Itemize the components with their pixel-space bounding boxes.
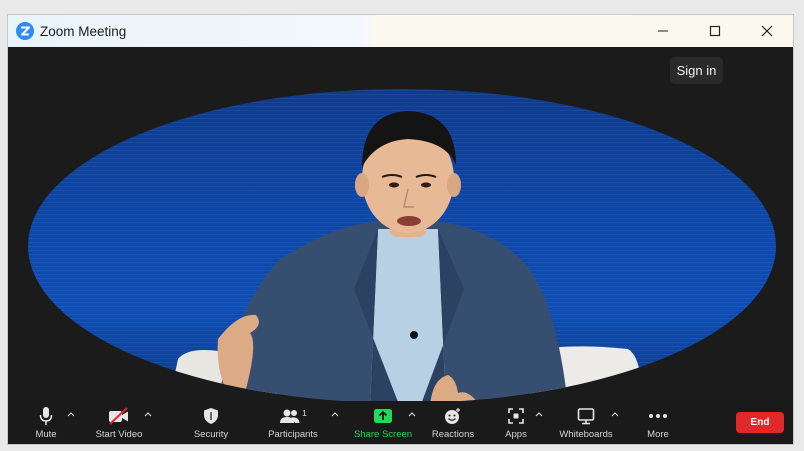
participant-video bbox=[28, 89, 776, 403]
participants-button[interactable]: 1 Participants bbox=[260, 401, 326, 444]
close-icon bbox=[761, 25, 773, 37]
more-label: More bbox=[647, 429, 669, 440]
close-button[interactable] bbox=[741, 15, 793, 47]
maximize-button[interactable] bbox=[689, 15, 741, 47]
share-options-caret[interactable] bbox=[407, 409, 417, 419]
zoom-logo-icon bbox=[16, 22, 34, 40]
participants-count: 1 bbox=[302, 408, 307, 418]
apps-button[interactable]: Apps bbox=[502, 401, 530, 444]
people-icon: 1 bbox=[279, 405, 307, 427]
zoom-window: Zoom Meeting Sign in Mute Start Video Se… bbox=[7, 14, 794, 445]
share-screen-icon bbox=[373, 405, 393, 427]
security-label: Security bbox=[193, 429, 229, 440]
mute-label: Mute bbox=[35, 429, 57, 440]
minimize-icon bbox=[658, 30, 668, 32]
participants-label: Participants bbox=[268, 429, 318, 440]
apps-label: Apps bbox=[505, 429, 527, 440]
reactions-label: Reactions bbox=[431, 429, 475, 440]
shield-icon bbox=[203, 405, 219, 427]
start-video-button[interactable]: Start Video bbox=[90, 401, 148, 444]
start-video-label: Start Video bbox=[95, 429, 143, 440]
title-bar: Zoom Meeting bbox=[8, 15, 793, 47]
video-options-caret[interactable] bbox=[143, 409, 153, 419]
minimize-button[interactable] bbox=[637, 15, 689, 47]
share-screen-button[interactable]: Share Screen bbox=[352, 401, 414, 444]
apps-icon bbox=[507, 405, 525, 427]
window-controls bbox=[637, 15, 793, 47]
sign-in-button[interactable]: Sign in bbox=[670, 57, 723, 84]
mute-button[interactable]: Mute bbox=[28, 401, 64, 444]
emoji-icon bbox=[444, 405, 462, 427]
maximize-icon bbox=[709, 25, 721, 37]
apps-options-caret[interactable] bbox=[534, 409, 544, 419]
meeting-toolbar: Mute Start Video Security 1 Participants… bbox=[8, 401, 793, 444]
security-button[interactable]: Security bbox=[188, 401, 234, 444]
microphone-icon bbox=[38, 405, 54, 427]
whiteboards-button[interactable]: Whiteboards bbox=[556, 401, 616, 444]
whiteboards-label: Whiteboards bbox=[559, 429, 613, 440]
video-off-icon bbox=[108, 405, 130, 427]
share-screen-label: Share Screen bbox=[353, 429, 413, 440]
whiteboards-options-caret[interactable] bbox=[610, 409, 620, 419]
whiteboard-icon bbox=[577, 405, 595, 427]
participant-figure bbox=[168, 111, 641, 403]
mute-options-caret[interactable] bbox=[66, 409, 76, 419]
participants-options-caret[interactable] bbox=[330, 409, 340, 419]
window-title: Zoom Meeting bbox=[40, 23, 127, 39]
end-meeting-button[interactable]: End bbox=[736, 412, 784, 433]
more-icon bbox=[648, 405, 668, 427]
reactions-button[interactable]: Reactions bbox=[429, 401, 477, 444]
more-button[interactable]: More bbox=[640, 401, 676, 444]
